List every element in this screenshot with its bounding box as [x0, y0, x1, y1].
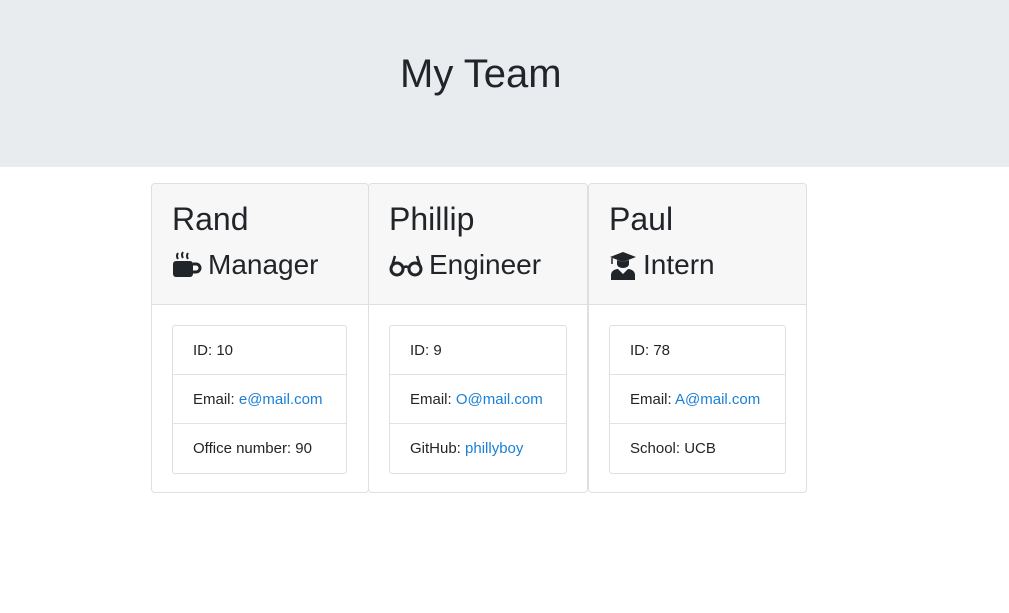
card-header: Paul Intern	[589, 184, 806, 305]
list-item-school: School: UCB	[630, 440, 716, 457]
role-label: Manager	[208, 249, 319, 280]
email-label: Email:	[630, 391, 672, 408]
page-title: My Team	[400, 52, 562, 96]
employee-role: Intern	[609, 248, 715, 282]
list-item-email: Email: O@mail.com	[390, 375, 566, 424]
email-label: Email:	[193, 391, 235, 408]
mug-icon	[172, 250, 202, 280]
list-item-email: Email: A@mail.com	[610, 375, 785, 424]
list-item-github: GitHub: phillyboy	[390, 424, 566, 473]
list-item-email: Email: e@mail.com	[173, 375, 346, 424]
employee-role: Engineer	[389, 248, 541, 282]
email-link[interactable]: O@mail.com	[456, 391, 543, 408]
list-item-id: ID: 78	[610, 326, 785, 375]
role-label: Engineer	[429, 249, 542, 280]
employee-details-list: ID: 78 Email: A@mail.com School: UCB	[609, 325, 786, 474]
employee-card-engineer: Phillip Engineer ID: 9 Email: O@mail.com…	[368, 183, 588, 493]
list-item-id: ID: 10	[173, 326, 346, 375]
page-header: My Team	[0, 0, 1009, 167]
list-item-id: ID: 9	[390, 326, 566, 375]
card-header: Rand Manager	[152, 184, 368, 305]
list-item-office-number: Office number: 90	[193, 440, 312, 457]
glasses-icon	[389, 250, 423, 280]
email-label: Email:	[410, 391, 452, 408]
card-header: Phillip Engineer	[369, 184, 587, 305]
email-link[interactable]: A@mail.com	[675, 391, 760, 408]
github-label: GitHub:	[410, 440, 461, 457]
employee-role: Manager	[172, 248, 319, 282]
email-link[interactable]: e@mail.com	[239, 391, 323, 408]
employee-details-list: ID: 9 Email: O@mail.com GitHub: phillybo…	[389, 325, 567, 474]
employee-name: Phillip	[389, 201, 475, 237]
github-link[interactable]: phillyboy	[465, 440, 523, 457]
employee-card-intern: Paul Intern ID: 78 Email: A@mail.com Sch…	[588, 183, 807, 493]
employee-details-list: ID: 10 Email: e@mail.com Office number: …	[172, 325, 347, 474]
employee-name: Paul	[609, 201, 674, 237]
employee-name: Rand	[172, 201, 249, 237]
employee-card-manager: Rand Manager ID: 10 Email: e@mail.com Of…	[151, 183, 369, 493]
role-label: Intern	[643, 249, 715, 280]
graduate-icon	[609, 250, 637, 280]
